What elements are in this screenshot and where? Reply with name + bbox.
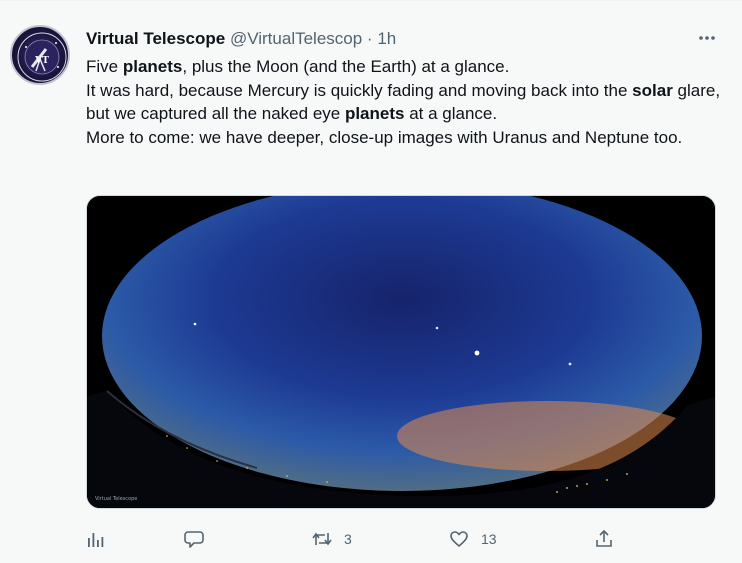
fisheye-sky-photo: Virtual Telescope <box>87 196 715 508</box>
hashtag-word-planets: planets <box>122 57 183 76</box>
retweet-arrows-icon <box>312 532 332 546</box>
separator-dot: · <box>366 29 373 48</box>
tweet-timestamp[interactable]: 1h <box>377 29 396 48</box>
author-handle[interactable]: @VirtualTelescop <box>230 29 362 48</box>
photo-caption: Virtual Telescope <box>95 496 137 502</box>
tweet-actions: 3 13 <box>86 525 626 553</box>
tweet-text-line-1: Five planets, plus the Moon (and the Ear… <box>86 57 510 76</box>
hashtag-word-planets: planets <box>344 104 405 123</box>
share-upload-icon <box>596 529 612 547</box>
more-options-button[interactable] <box>696 27 718 49</box>
retweet-count: 3 <box>344 531 352 547</box>
telescope-logo-icon: VT <box>17 32 67 82</box>
like-button[interactable]: 13 <box>449 525 497 553</box>
tweet-media-image[interactable]: Virtual Telescope <box>86 195 716 509</box>
tweet-header: Virtual Telescope @VirtualTelescop · 1h <box>86 29 396 49</box>
ellipsis-icon <box>699 36 715 40</box>
bar-chart-icon <box>88 533 104 547</box>
share-button[interactable] <box>594 525 614 553</box>
retweet-button[interactable]: 3 <box>312 525 352 553</box>
tweet-text-line-3: More to come: we have deeper, close-up i… <box>86 127 683 147</box>
tweet-text: Five planets, plus the Moon (and the Ear… <box>86 55 726 149</box>
reply-button[interactable] <box>184 525 204 553</box>
hashtag-word-solar: solar <box>632 80 673 100</box>
analytics-button[interactable] <box>86 525 106 553</box>
tweet-text-line-2: It was hard, because Mercury is quickly … <box>86 80 721 124</box>
author-name[interactable]: Virtual Telescope <box>86 29 225 48</box>
like-count: 13 <box>481 531 497 547</box>
tweet-card[interactable]: VT Virtual Telescope @VirtualTelescop · … <box>0 0 742 563</box>
heart-icon <box>450 531 468 547</box>
speech-bubble-icon <box>184 531 204 548</box>
svg-text:VT: VT <box>34 56 49 66</box>
avatar[interactable]: VT <box>10 25 70 85</box>
